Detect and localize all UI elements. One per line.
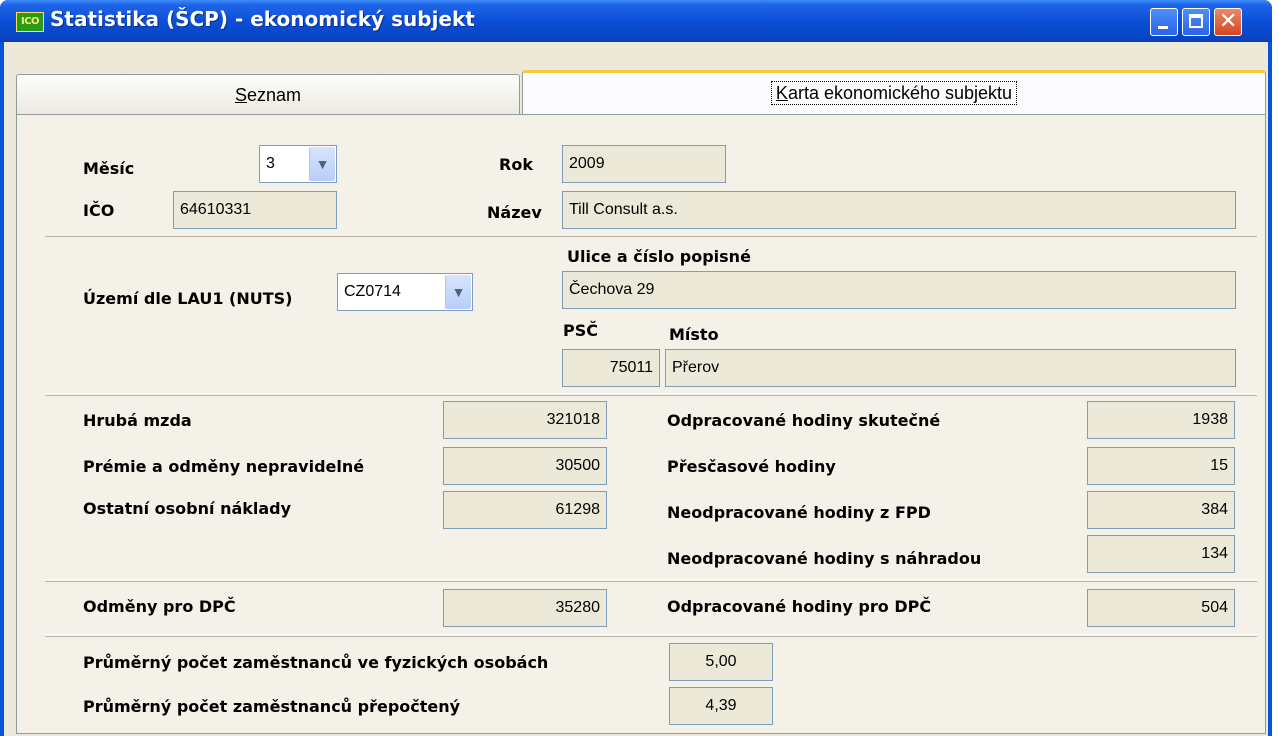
ulice-label: Ulice a číslo popisné — [567, 247, 751, 266]
nazev-field[interactable]: Till Consult a.s. — [562, 191, 1236, 229]
tab-seznam-accel: S — [234, 85, 247, 105]
uzemi-value: CZ0714 — [344, 283, 401, 300]
minimize-button[interactable] — [1150, 8, 1178, 36]
uzemi-label: Území dle LAU1 (NUTS) — [83, 289, 293, 308]
mesic-label: Měsíc — [83, 159, 135, 178]
wages-section — [45, 395, 1257, 580]
prumer-fyzicke-field[interactable]: 5,00 — [669, 643, 773, 681]
minimize-icon — [1158, 26, 1168, 29]
premie-label: Prémie a odměny nepravidelné — [83, 457, 365, 476]
premie-field[interactable]: 30500 — [443, 447, 607, 485]
neodprac-fpd-label: Neodpracované hodiny z FPD — [667, 503, 931, 522]
odmeny-dpc-field[interactable]: 35280 — [443, 589, 607, 627]
close-button[interactable]: ✕ — [1214, 8, 1242, 36]
close-icon: ✕ — [1219, 9, 1238, 34]
prescasove-field[interactable]: 15 — [1087, 447, 1235, 485]
ulice-field[interactable]: Čechova 29 — [562, 271, 1236, 309]
tab-karta-label: arta ekonomického subjektu — [787, 83, 1013, 103]
tab-karta[interactable]: Karta ekonomického subjektu — [522, 70, 1266, 118]
mesic-select[interactable]: 3 ▼ — [259, 145, 337, 183]
nazev-label: Název — [487, 203, 542, 222]
mesic-value: 3 — [266, 155, 275, 172]
hodiny-dpc-field[interactable]: 504 — [1087, 589, 1235, 627]
psc-label: PSČ — [563, 321, 598, 340]
employees-section — [45, 636, 1257, 732]
neodprac-fpd-field[interactable]: 384 — [1087, 491, 1235, 529]
hruba-mzda-label: Hrubá mzda — [83, 411, 192, 430]
rok-field[interactable]: 2009 — [562, 145, 726, 183]
prumer-prepocteny-label: Průměrný počet zaměstnanců přepočtený — [83, 697, 461, 716]
tab-seznam[interactable]: Seznam — [16, 74, 520, 116]
subject-card-panel: Měsíc 3 ▼ Rok 2009 IČO 64610331 Název Ti… — [16, 114, 1266, 734]
maximize-icon — [1189, 14, 1203, 28]
tab-seznam-label: eznam — [246, 85, 302, 105]
app-icon: ICO — [16, 12, 44, 32]
client-area: Seznam Karta ekonomického subjektu Měsíc… — [4, 42, 1268, 736]
prescasove-label: Přesčasové hodiny — [667, 457, 836, 476]
psc-field[interactable]: 75011 — [562, 349, 660, 387]
neodprac-nahrada-label: Neodpracované hodiny s náhradou — [667, 549, 982, 568]
hod-skutecne-label: Odpracované hodiny skutečné — [667, 411, 941, 430]
odmeny-dpc-label: Odměny pro DPČ — [83, 597, 236, 616]
window-title: Statistika (ŠCP) - ekonomický subjekt — [50, 7, 475, 31]
prumer-fyzicke-label: Průměrný počet zaměstnanců ve fyzických … — [83, 653, 549, 672]
ico-field[interactable]: 64610331 — [173, 191, 337, 229]
chevron-down-icon[interactable]: ▼ — [309, 147, 335, 181]
uzemi-select[interactable]: CZ0714 ▼ — [337, 273, 473, 311]
neodprac-nahrada-field[interactable]: 134 — [1087, 535, 1235, 573]
title-bar[interactable]: ICO Statistika (ŠCP) - ekonomický subjek… — [0, 0, 1272, 42]
rok-label: Rok — [499, 155, 533, 174]
ico-label: IČO — [83, 201, 115, 220]
ostatni-label: Ostatní osobní náklady — [83, 499, 292, 518]
prumer-prepocteny-field[interactable]: 4,39 — [669, 687, 773, 725]
misto-label: Místo — [669, 325, 719, 344]
hruba-mzda-field[interactable]: 321018 — [443, 401, 607, 439]
hodiny-dpc-label: Odpracované hodiny pro DPČ — [667, 597, 932, 616]
ostatni-field[interactable]: 61298 — [443, 491, 607, 529]
tab-karta-accel: K — [775, 83, 788, 103]
maximize-button[interactable] — [1182, 8, 1210, 36]
misto-field[interactable]: Přerov — [665, 349, 1236, 387]
hod-skutecne-field[interactable]: 1938 — [1087, 401, 1235, 439]
app-window: ICO Statistika (ŠCP) - ekonomický subjek… — [0, 0, 1272, 736]
chevron-down-icon[interactable]: ▼ — [445, 275, 471, 309]
